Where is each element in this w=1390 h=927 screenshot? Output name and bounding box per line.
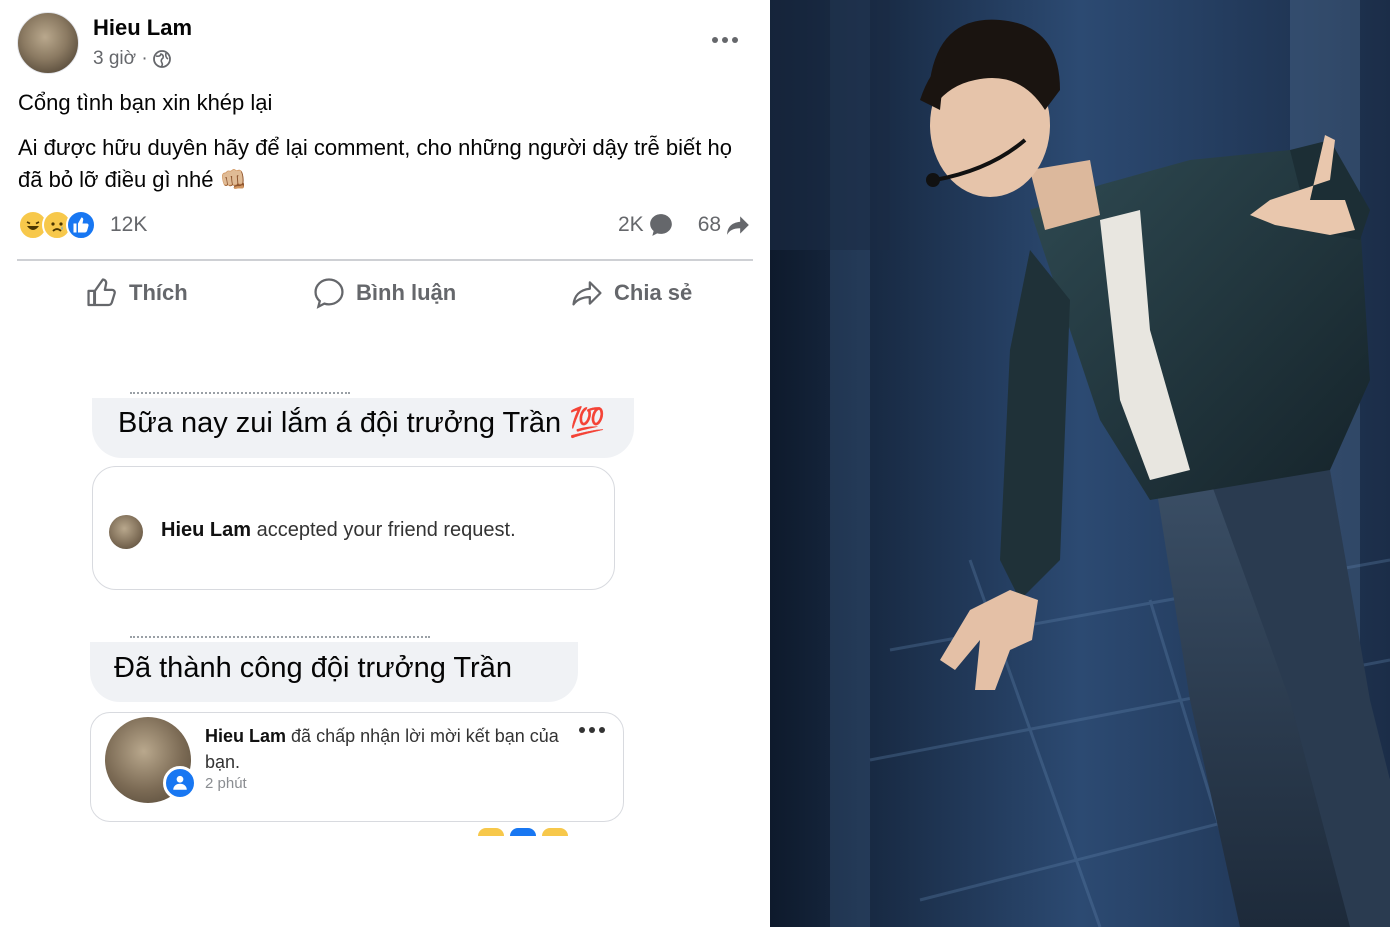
comment-icon — [314, 278, 344, 309]
share-arrow-icon — [727, 216, 749, 235]
like-button[interactable]: Thích — [85, 276, 188, 310]
notification-text: Hieu Lam đã chấp nhận lời mời kết bạn củ… — [205, 723, 565, 775]
post-meta: 3 giờ · — [93, 48, 172, 70]
share-count[interactable]: 68 — [698, 213, 721, 237]
notification-text: Hieu Lam accepted your friend request. — [161, 519, 516, 542]
comment-label: Bình luận — [356, 280, 457, 305]
notification-name: Hieu Lam — [205, 726, 287, 746]
message-text: Bữa nay zui lắm á đội trưởng Trần — [118, 407, 562, 439]
notification-name: Hieu Lam — [161, 519, 252, 541]
like-label: Thích — [129, 280, 188, 305]
post-body: Ai được hữu duyên hãy để lại comment, ch… — [18, 132, 758, 196]
share-label: Chia sẻ — [614, 280, 693, 305]
more-dot-icon — [732, 37, 738, 43]
notification-time: 2 phút — [205, 775, 247, 792]
message-bubble: Đã thành công đội trưởng Trần — [90, 642, 578, 702]
reaction-count: 12K — [110, 213, 148, 236]
notification-more-icon — [579, 727, 605, 733]
engagement-stats: 2K 68 — [618, 212, 751, 238]
author-name[interactable]: Hieu Lam — [93, 15, 192, 41]
share-button[interactable]: Chia sẻ — [570, 276, 692, 310]
performer-photo — [770, 0, 1390, 927]
more-dot-icon — [712, 37, 718, 43]
friend-accept-notification-vi: Hieu Lam đã chấp nhận lời mời kết bạn củ… — [90, 712, 624, 822]
message-text: Đã thành công đội trưởng Trần — [114, 652, 512, 684]
post-time[interactable]: 3 giờ · — [93, 48, 148, 70]
fist-emoji: 👊🏼 — [219, 167, 247, 192]
comment-bubble-icon — [649, 214, 672, 236]
author-avatar[interactable] — [17, 12, 79, 74]
share-icon — [572, 281, 602, 306]
more-dot-icon — [722, 37, 728, 43]
post-divider — [17, 259, 753, 261]
post-headline: Cổng tình bạn xin khép lại — [18, 90, 273, 115]
more-options-button[interactable] — [708, 26, 742, 54]
comment-button[interactable]: Bình luận — [312, 276, 456, 310]
reaction-summary[interactable]: 12K — [18, 210, 147, 240]
friend-badge-icon — [163, 766, 197, 800]
like-icon — [66, 210, 96, 240]
reaction-crop-edge — [478, 828, 568, 836]
globe-icon — [152, 50, 171, 68]
stage-photo-illustration — [770, 0, 1390, 927]
facebook-post-panel: Hieu Lam 3 giờ · Cổng tình bạn xin khép … — [0, 0, 770, 927]
message-bubble: Bữa nay zui lắm á đội trưởng Trần 💯 — [92, 398, 634, 458]
thumbs-up-icon — [87, 278, 116, 307]
friend-accept-notification: Hieu Lam accepted your friend request. — [92, 466, 615, 590]
notification-avatar — [109, 515, 143, 549]
post-body-text: Ai được hữu duyên hãy để lại comment, ch… — [18, 135, 732, 192]
notification-message: accepted your friend request. — [256, 519, 516, 541]
comment-count[interactable]: 2K — [618, 213, 644, 237]
hundred-emoji: 💯 — [569, 407, 606, 439]
